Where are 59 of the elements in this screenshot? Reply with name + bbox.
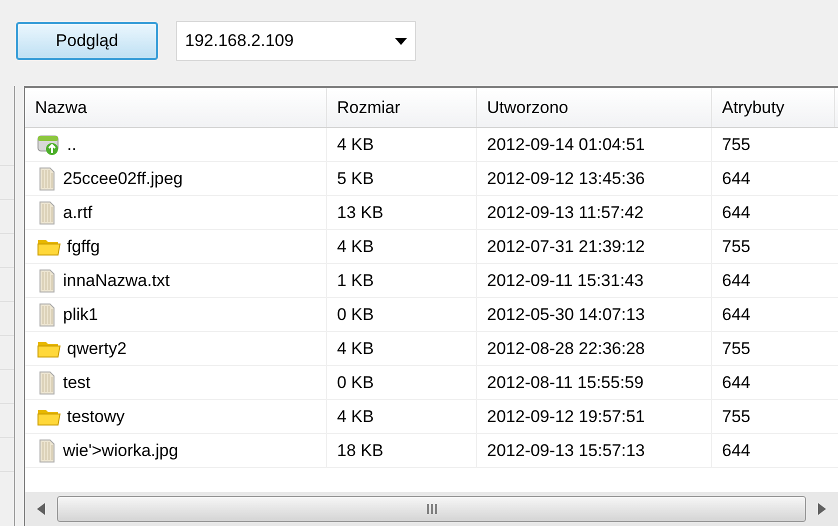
file-icon <box>37 166 57 190</box>
file-name[interactable]: qwerty2 <box>67 336 127 362</box>
table-cell: 2012-09-13 15:57:13 <box>477 434 712 467</box>
grip-icon <box>426 503 438 515</box>
horizontal-scrollbar[interactable] <box>25 492 838 526</box>
host-combo-box[interactable]: 192.168.2.109 <box>176 21 416 61</box>
scroll-right-icon[interactable] <box>818 503 826 515</box>
column-header[interactable]: Atrybuty <box>712 88 835 127</box>
file-icon <box>37 268 57 292</box>
file-name[interactable]: 25ccee02ff.jpeg <box>63 166 183 192</box>
table-cell: 2012-08-28 22:36:28 <box>477 332 712 365</box>
column-header[interactable]: Rozmiar <box>327 88 477 127</box>
file-icon <box>37 370 57 394</box>
file-name[interactable]: .. <box>67 132 76 158</box>
scroll-thumb[interactable] <box>57 496 806 522</box>
table-cell: 4 KB <box>327 400 477 433</box>
table-cell: 4 KB <box>327 230 477 263</box>
table-cell-text: 644 <box>721 202 752 224</box>
file-name[interactable]: plik1 <box>63 302 98 328</box>
dropdown-arrow-icon <box>395 38 407 44</box>
table-cell-text: 644 <box>721 168 752 190</box>
table-cell: 2012-09-14 01:04:51 <box>477 128 712 161</box>
file-icon <box>37 302 57 326</box>
table-cell: 0 KB <box>327 298 477 331</box>
table-cell: 4 KB <box>327 128 477 161</box>
column-header[interactable]: Nazwa <box>25 88 327 127</box>
table-cell-text: 755 <box>721 134 752 156</box>
column-header[interactable]: Utworzono <box>477 88 712 127</box>
table-cell-text: 755 <box>721 338 752 360</box>
table-cell: 2012-07-31 21:39:12 <box>477 230 712 263</box>
table-cell: 2012-09-12 13:45:36 <box>477 162 712 195</box>
file-name[interactable]: fgffg <box>67 234 100 260</box>
file-name[interactable]: innaNazwa.txt <box>63 268 170 294</box>
preview-button[interactable]: Podgląd <box>16 22 158 60</box>
scroll-left-icon[interactable] <box>37 503 45 515</box>
file-name[interactable]: test <box>63 370 90 396</box>
table-cell: 5 KB <box>327 162 477 195</box>
table-cell: 2012-08-11 15:55:59 <box>477 366 712 399</box>
table-cell-text: 755 <box>721 406 752 428</box>
file-name[interactable]: a.rtf <box>63 200 92 226</box>
table-cell-text: 644 <box>721 372 752 394</box>
file-icon <box>37 438 57 462</box>
up-folder-icon <box>37 134 61 156</box>
table-cell: 2012-09-13 11:57:42 <box>477 196 712 229</box>
table-cell: 2012-09-12 19:57:51 <box>477 400 712 433</box>
file-name[interactable]: wie'>wiorka.jpg <box>63 438 178 464</box>
table-cell: 2012-05-30 14:07:13 <box>477 298 712 331</box>
table-cell: 1 KB <box>327 264 477 297</box>
table-cell: 18 KB <box>327 434 477 467</box>
table-cell-text: 644 <box>721 270 752 292</box>
table-cell-text: 644 <box>721 440 752 462</box>
table-cell: 0 KB <box>327 366 477 399</box>
table-cell-text: 644 <box>721 304 752 326</box>
table-cell: 13 KB <box>327 196 477 229</box>
table-cell: 4 KB <box>327 332 477 365</box>
table-cell-text: 755 <box>721 236 752 258</box>
table-cell: 2012-09-11 15:31:43 <box>477 264 712 297</box>
file-name[interactable]: testowy <box>67 404 125 430</box>
file-icon <box>37 200 57 224</box>
